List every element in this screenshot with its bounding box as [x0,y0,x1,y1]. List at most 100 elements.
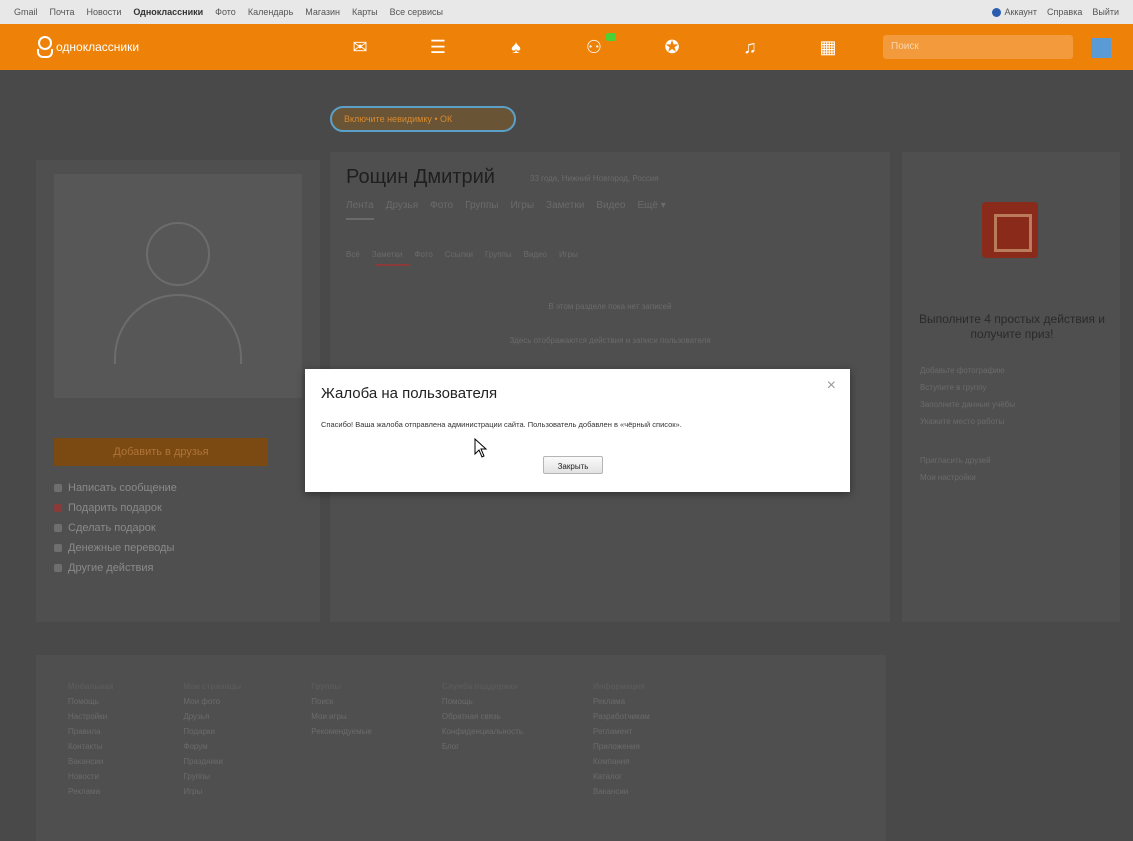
bell-icon[interactable]: ♠ [502,37,530,58]
add-friend-button[interactable]: Добавить в друзья [54,438,268,466]
filter-notes[interactable]: Заметки [372,250,403,259]
events-icon[interactable]: ✪ [658,37,686,58]
bookmark-mail[interactable]: Почта [50,7,75,17]
footer-link[interactable]: Помощь [442,694,523,709]
gift-box-icon [982,202,1038,258]
footer-link[interactable]: Приложения [593,739,650,754]
footer-link[interactable]: Правила [68,724,113,739]
bookmarks-right: Аккаунт Справка Выйти [992,6,1119,18]
footer-link[interactable]: Поиск [311,694,372,709]
profile-avatar[interactable] [54,174,302,398]
footer-link[interactable]: Реклама [593,694,650,709]
footer-link[interactable]: Контакты [68,739,113,754]
action-money[interactable]: Денежные переводы [54,538,177,558]
avatar-placeholder-head [146,222,210,286]
bookmark-maps[interactable]: Карты [352,7,378,17]
site-header: одноклассники ✉ ☰ ♠ ⚇ ✪ ♫ ▦ Поиск [0,24,1133,70]
present-icon [54,524,62,532]
bookmark-calendar[interactable]: Календарь [248,7,293,17]
close-dialog-button[interactable]: Закрыть [543,456,603,474]
footer-link[interactable]: Реклама [68,784,113,799]
footer-link[interactable]: Мои игры [311,709,372,724]
filter-games[interactable]: Игры [559,250,578,259]
footer-link[interactable]: Регламент [593,724,650,739]
chat-icon[interactable]: ☰ [424,37,452,58]
account-label: Аккаунт [1004,6,1038,17]
bookmark-shop[interactable]: Магазин [305,7,340,17]
action-present[interactable]: Сделать подарок [54,518,177,538]
footer-link[interactable]: Новости [68,769,113,784]
video-icon[interactable]: ▦ [814,37,842,58]
search-input[interactable]: Поиск [883,35,1073,59]
action-label: Другие действия [68,562,154,574]
task-item[interactable]: Добавьте фотографию [920,362,1015,379]
footer-link[interactable]: Настройки [68,709,113,724]
footer-link[interactable]: Компания [593,754,650,769]
filter-groups[interactable]: Группы [485,250,512,259]
footer-link[interactable]: Праздники [183,754,241,769]
right-links: Пригласить друзей Мои настройки [920,452,991,486]
tab-games[interactable]: Игры [510,200,534,211]
browser-bookmarks-bar: Gmail Почта Новости Одноклассники Фото К… [0,0,1133,24]
footer-link[interactable]: Конфиденциальность [442,724,523,739]
footer-column: Мои страницы Мои фото Друзья Подарки Фор… [183,679,241,817]
tab-notes[interactable]: Заметки [546,200,584,211]
footer-link[interactable]: Игры [183,784,241,799]
user-avatar-icon[interactable] [1091,38,1111,58]
active-tab-indicator [346,218,374,220]
tab-more[interactable]: Ещё ▾ [638,200,666,211]
mail-icon[interactable]: ✉ [346,37,374,58]
action-write-message[interactable]: Написать сообщение [54,478,177,498]
footer-column-heading: Группы [311,682,342,691]
action-label: Написать сообщение [68,482,177,494]
mouse-cursor-icon [474,438,488,458]
bookmark-news[interactable]: Новости [87,7,122,17]
task-item[interactable]: Заполните данные учёбы [920,396,1015,413]
tab-friends[interactable]: Друзья [386,200,418,211]
bookmark-gmail[interactable]: Gmail [14,7,38,17]
help-link[interactable]: Справка [1047,7,1082,17]
close-icon[interactable]: × [827,377,836,395]
task-item[interactable]: Вступите в группу [920,379,1015,396]
footer-link[interactable]: Вакансии [68,754,113,769]
footer-link[interactable]: Обратная связь [442,709,523,724]
filter-all[interactable]: Всё [346,250,360,259]
action-gift[interactable]: Подарить подарок [54,498,177,518]
footer-column-heading: Мои страницы [183,682,242,691]
footer-link[interactable]: Блог [442,739,523,754]
footer-link[interactable]: Вакансии [593,784,650,799]
tab-video[interactable]: Видео [596,200,625,211]
footer-link[interactable]: Подарки [183,724,241,739]
action-more[interactable]: Другие действия [54,558,177,578]
message-icon [54,484,62,492]
profile-subtitle: 33 года, Нижний Новгород, Россия [530,174,659,183]
tab-feed[interactable]: Лента [346,200,374,211]
footer-link[interactable]: Форум [183,739,241,754]
account-link[interactable]: Аккаунт [992,6,1038,18]
task-item[interactable]: Укажите место работы [920,413,1015,430]
site-logo[interactable]: одноклассники [36,36,296,58]
tab-groups[interactable]: Группы [465,200,498,211]
logout-link[interactable]: Выйти [1092,7,1119,17]
filter-links[interactable]: Ссылки [445,250,473,259]
footer-link[interactable]: Рекомендуемые [311,724,372,739]
filter-video[interactable]: Видео [524,250,547,259]
settings-link[interactable]: Мои настройки [920,469,991,486]
avatar-placeholder-body [114,294,242,364]
footer-link[interactable]: Друзья [183,709,241,724]
footer-link[interactable]: Группы [183,769,241,784]
filter-photos[interactable]: Фото [414,250,432,259]
promo-banner[interactable]: Включите невидимку • ОК [330,106,516,132]
tab-photos[interactable]: Фото [430,200,453,211]
invite-friends-link[interactable]: Пригласить друзей [920,452,991,469]
footer-link[interactable]: Помощь [68,694,113,709]
bookmark-ok[interactable]: Одноклассники [133,7,203,17]
bookmark-all-services[interactable]: Все сервисы [390,7,443,17]
footer-link[interactable]: Разработчикам [593,709,650,724]
footer-link[interactable]: Каталог [593,769,650,784]
tasks-title: Выполните 4 простых действия и получите … [918,312,1106,341]
guests-icon[interactable]: ⚇ [580,32,616,58]
music-icon[interactable]: ♫ [736,37,764,58]
bookmark-photo[interactable]: Фото [215,7,236,17]
footer-link[interactable]: Мои фото [183,694,241,709]
